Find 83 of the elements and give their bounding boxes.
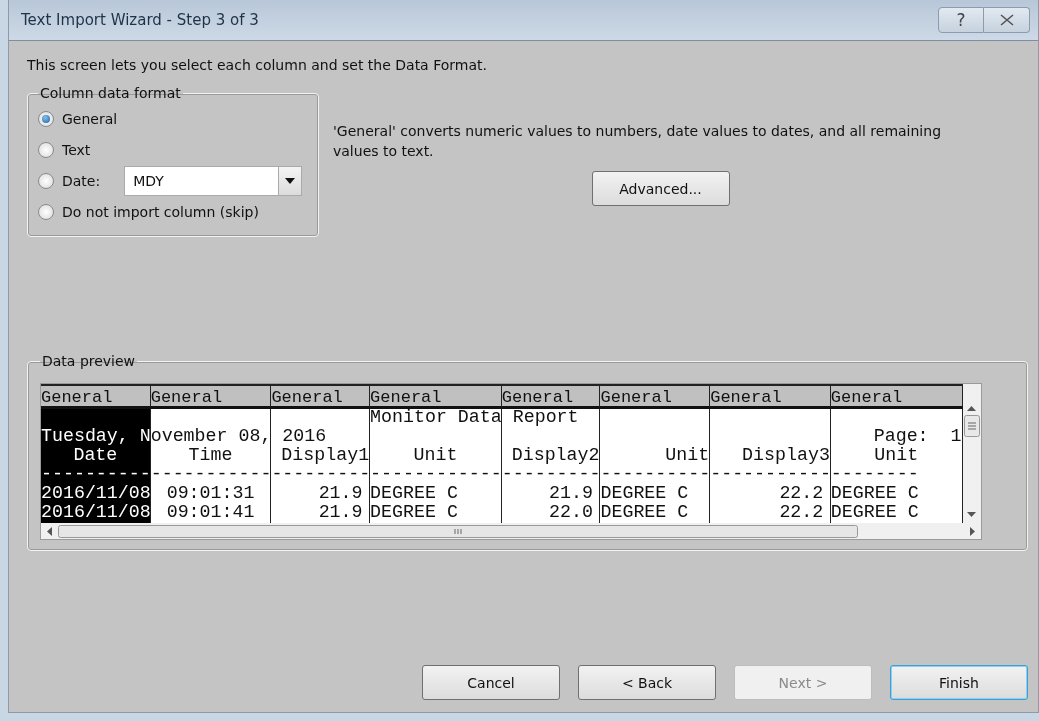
preview-cell-text: DEGREE C — [370, 502, 458, 522]
format-description: 'General' converts numeric values to numbers, date values to dates, and all remaining values to text. — [333, 122, 942, 161]
preview-cell-text: Unit — [413, 445, 458, 465]
down-arrow-icon — [967, 512, 976, 517]
radio-button[interactable] — [38, 111, 54, 127]
date-order-dropdown[interactable]: MDY — [124, 166, 303, 196]
radio-label[interactable]: Text — [62, 142, 91, 158]
preview-column[interactable]: Unit ---------- DEGREE C DEGREE C — [600, 409, 711, 523]
preview-cell-text: 2016 — [281, 426, 327, 446]
dashed-rule-text: --------- — [271, 464, 371, 484]
column-format-header[interactable]: General — [501, 384, 601, 409]
preview-cell-text: Display3 — [742, 445, 830, 465]
scroll-thumb-icon[interactable] — [963, 415, 980, 437]
right-arrow-icon — [969, 526, 975, 536]
dashed-rule-text: -------- — [830, 464, 919, 484]
column-format-header[interactable]: General — [370, 384, 502, 409]
column-format-header[interactable]: General — [150, 384, 272, 409]
preview-cell-text: Page: 1 — [873, 426, 962, 446]
preview-cell-text: 22.2 — [779, 502, 824, 522]
radio-button[interactable] — [38, 173, 54, 189]
instruction-text: This screen lets you select each column and set the Data Format. — [27, 57, 488, 73]
left-arrow-icon — [47, 526, 52, 536]
column-format-header[interactable]: General — [41, 384, 151, 409]
preview-cell-text: Display1 — [281, 445, 370, 465]
close-button[interactable] — [984, 7, 1030, 33]
preview-cell-text: DEGREE C — [600, 483, 689, 503]
preview-cell-text: Time — [188, 445, 233, 465]
preview-cell-text: 2016/11/08 — [41, 502, 151, 522]
column-format-header[interactable]: General — [600, 384, 711, 409]
preview-cell-text: Date — [73, 445, 118, 465]
radio-button[interactable] — [38, 204, 54, 220]
dashed-rule-text: ---------- — [600, 464, 711, 484]
preview-cell-text: 09:01:41 — [166, 502, 255, 522]
dialog-button[interactable]: < Back — [578, 665, 716, 700]
preview-cell-text: DEGREE C — [830, 483, 919, 503]
preview-column[interactable]: Display3 ----------- 22.2 22.2 — [710, 409, 831, 523]
radio-label[interactable]: General — [62, 111, 118, 127]
preview-cell-text: 21.9 — [549, 483, 593, 503]
preview-column[interactable]: 2016 Display1 --------- 21.9 21.9 — [271, 409, 371, 523]
preview-cell-text: ovember 08, — [150, 426, 272, 446]
preview-cell-text: Tuesday, N — [41, 426, 151, 446]
preview-cell-text: 09:01:31 — [166, 483, 255, 503]
column-format-header[interactable]: General — [271, 384, 371, 409]
group-title: Column data format — [39, 85, 182, 101]
preview-cell-text: DEGREE C — [830, 502, 919, 522]
preview-cell-text: 21.9 — [318, 483, 363, 503]
advanced-button[interactable]: Advanced... — [591, 171, 730, 206]
caret-icon — [285, 178, 296, 184]
help-button[interactable]: ? — [938, 7, 984, 33]
radio-label[interactable]: Do not import column (skip) — [62, 204, 259, 220]
horizontal-scrollbar[interactable] — [41, 523, 981, 539]
preview-column[interactable]: Monitor Data Unit ------------ DEGREE C DEGREE C — [370, 409, 502, 523]
up-arrow-icon — [967, 406, 976, 411]
preview-cell-text: 22.2 — [779, 483, 824, 503]
dashed-rule-text: ----------- — [150, 464, 272, 484]
preview-cell-text: 21.9 — [318, 502, 363, 522]
preview-cell-text: DEGREE C — [600, 502, 689, 522]
preview-cell-text: Monitor Data — [370, 407, 502, 427]
preview-cell-text: Unit — [665, 445, 710, 465]
dashed-rule-text: ----------- — [710, 464, 831, 484]
column-format-header[interactable]: General — [830, 384, 963, 409]
dialog-button[interactable]: Cancel — [422, 665, 560, 700]
preview-cell-text: Display2 — [511, 445, 600, 465]
dashed-rule-text: --------- — [501, 464, 601, 484]
close-icon — [999, 14, 1014, 26]
column-format-header[interactable]: General — [710, 384, 831, 409]
preview-cell-text: DEGREE C — [370, 483, 458, 503]
dialog-button[interactable]: Finish — [890, 665, 1028, 700]
group-title: Data preview — [41, 353, 137, 369]
dashed-rule-text: ---------- — [41, 464, 151, 484]
preview-column[interactable]: Report Display2 --------- 21.9 22.0 — [501, 409, 601, 523]
preview-cell-text: 2016/11/08 — [41, 483, 151, 503]
preview-cell-text: Unit — [874, 445, 919, 465]
window-title: Text Import Wizard - Step 3 of 3 — [21, 11, 260, 29]
dashed-rule-text: ------------ — [370, 464, 502, 484]
scroll-thumb-icon[interactable] — [58, 524, 858, 538]
preview-cell-text: Report — [511, 407, 579, 427]
preview-column[interactable]: ovember 08, Time ----------- 09:01:31 09:01:41 — [150, 409, 272, 523]
radio-label[interactable]: Date: — [62, 173, 101, 189]
preview-column[interactable]: Page: 1 Unit -------- DEGREE C DEGREE C — [830, 409, 963, 523]
radio-button[interactable] — [38, 142, 54, 158]
selected-column[interactable]: Tuesday, N Date ---------- 2016/11/08 2016/11/08 — [41, 409, 151, 523]
preview-cell-text: 22.0 — [549, 502, 593, 522]
